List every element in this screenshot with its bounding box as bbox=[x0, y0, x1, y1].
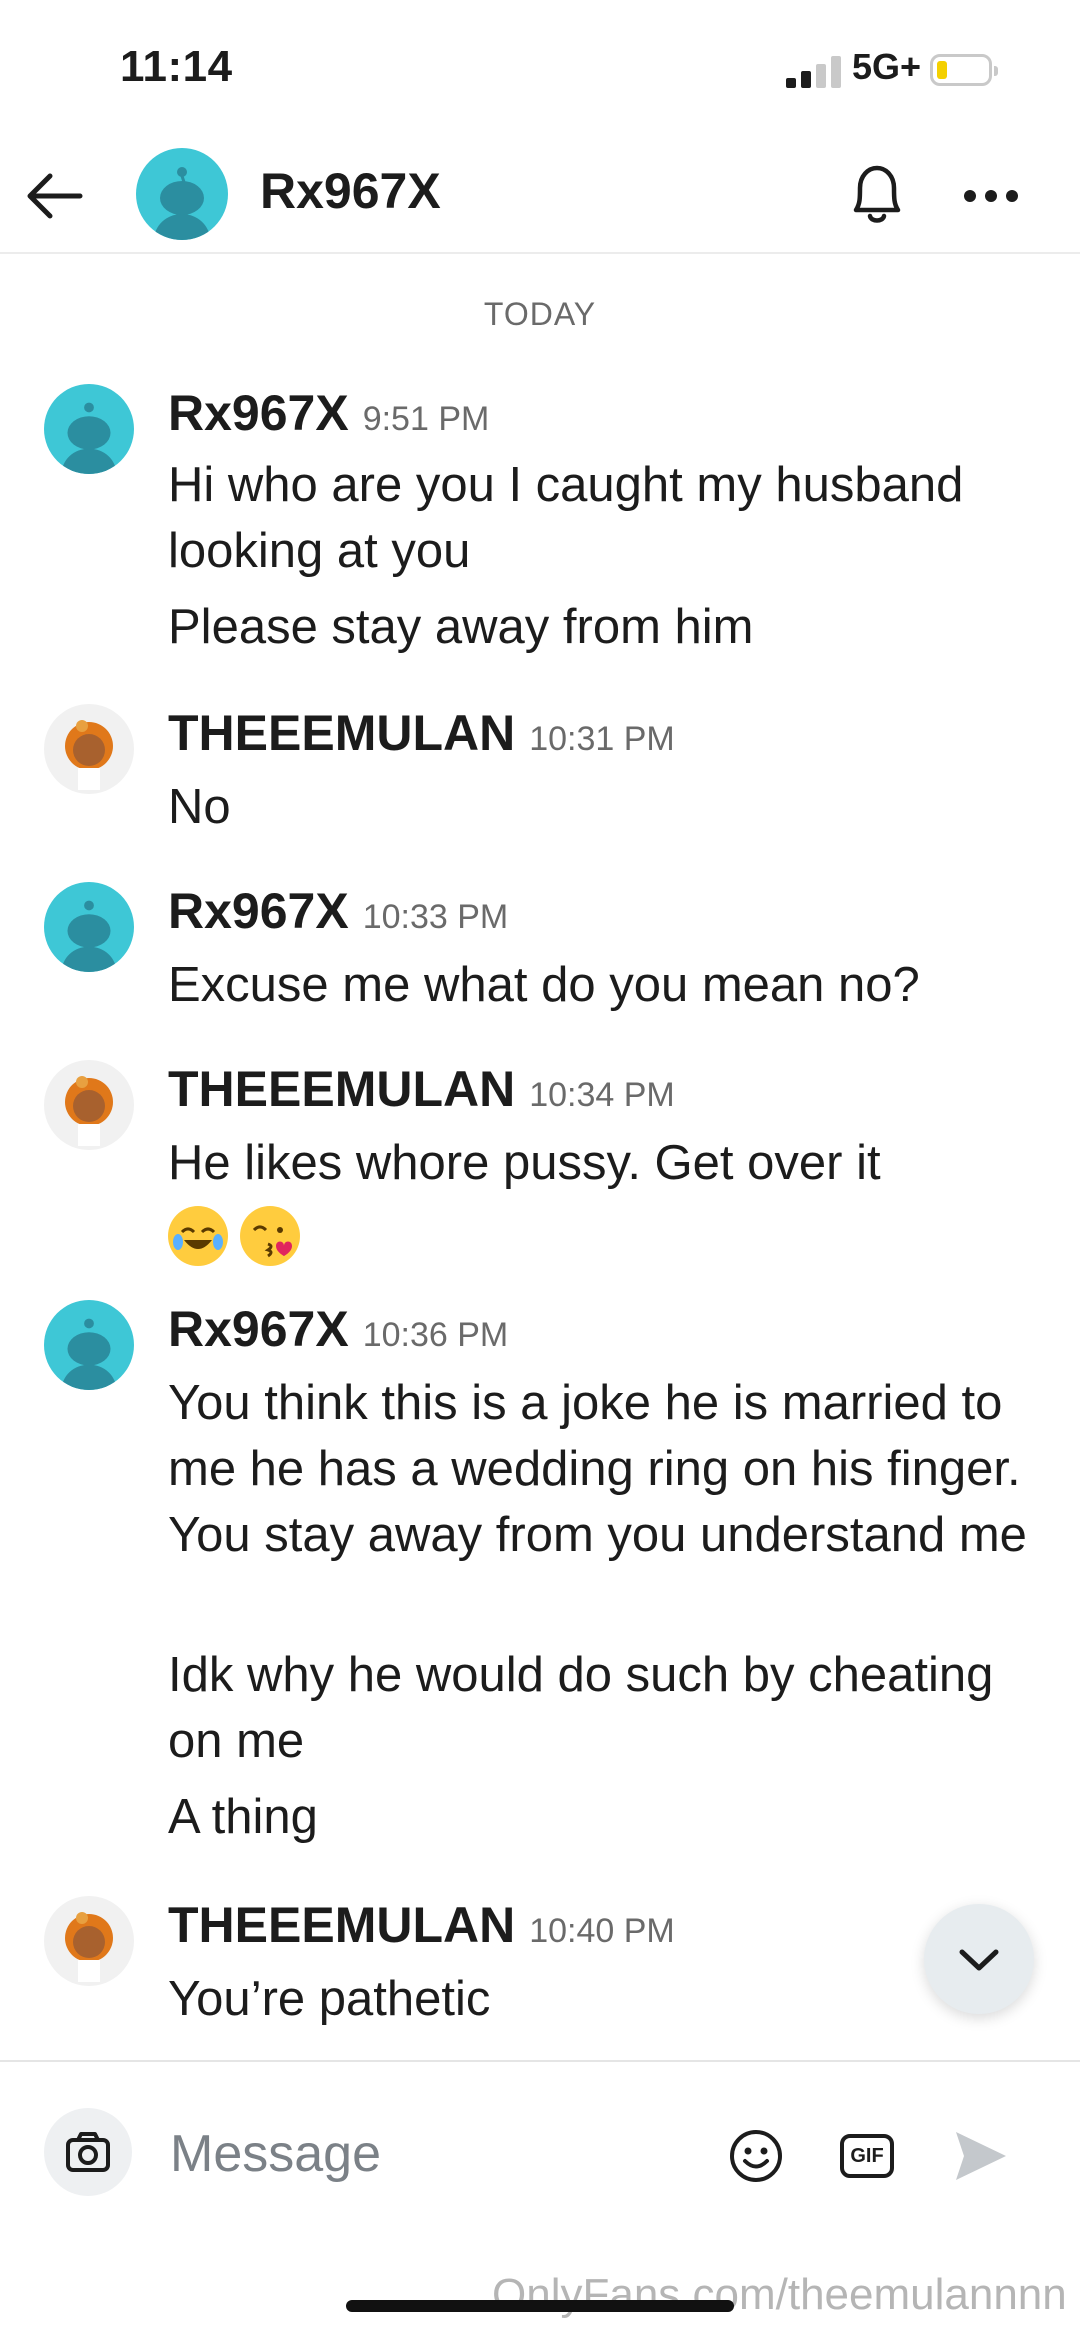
kiss-emoji-icon bbox=[240, 1206, 300, 1267]
home-indicator[interactable] bbox=[346, 2300, 734, 2312]
message-input[interactable]: Message bbox=[170, 2124, 381, 2184]
camera-icon bbox=[66, 2132, 110, 2172]
sender-avatar[interactable] bbox=[44, 882, 134, 972]
sender-name[interactable]: THEEEMULAN bbox=[168, 1897, 515, 1953]
sender-name[interactable]: Rx967X bbox=[168, 883, 349, 939]
cartoon-avatar-icon bbox=[65, 1076, 113, 1146]
signal-icon bbox=[786, 56, 844, 88]
network-label: 5G+ bbox=[852, 46, 922, 87]
more-options-icon[interactable] bbox=[956, 164, 1026, 228]
status-bar: 11:14 5G+ bbox=[0, 0, 1080, 140]
message-text: You think this is a joke he is married t… bbox=[168, 1376, 1027, 1562]
header-title[interactable]: Rx967X bbox=[260, 162, 441, 220]
header-avatar[interactable] bbox=[136, 148, 228, 240]
message-time: 10:36 PM bbox=[362, 1316, 509, 1354]
message-time: 10:31 PM bbox=[529, 720, 675, 758]
chat-header: Rx967X bbox=[0, 140, 1080, 254]
message-time: 10:33 PM bbox=[362, 898, 509, 936]
message-text: A thing bbox=[168, 1790, 318, 1844]
emoji-picker-icon[interactable] bbox=[728, 2128, 784, 2184]
message-time: 10:34 PM bbox=[529, 1076, 675, 1114]
day-separator: TODAY bbox=[483, 296, 597, 332]
battery-icon bbox=[930, 54, 998, 86]
scroll-down-button[interactable] bbox=[924, 1904, 1034, 2014]
send-icon[interactable] bbox=[950, 2126, 1010, 2186]
message-text: You’re pathetic bbox=[168, 1972, 491, 2026]
sender-name[interactable]: Rx967X bbox=[168, 1301, 349, 1357]
watermark: OnlyFans.com/theemulannnn bbox=[492, 2270, 1067, 2319]
snoo-icon bbox=[154, 167, 210, 240]
message-text: He likes whore pussy. Get over it bbox=[168, 1136, 881, 1190]
snoo-icon bbox=[61, 900, 117, 972]
gif-button[interactable]: GIF bbox=[840, 2134, 894, 2178]
message-text: Please stay away from him bbox=[168, 600, 754, 654]
snoo-icon bbox=[61, 402, 117, 474]
laughing-emoji-icon bbox=[168, 1206, 228, 1267]
snoo-icon bbox=[61, 1318, 117, 1390]
cartoon-avatar-icon bbox=[65, 1912, 113, 1982]
sender-name[interactable]: Rx967X bbox=[168, 385, 349, 441]
status-time: 11:14 bbox=[120, 42, 233, 91]
message-time: 9:51 PM bbox=[362, 400, 490, 438]
cartoon-avatar-icon bbox=[65, 720, 113, 790]
sender-avatar[interactable] bbox=[44, 384, 134, 474]
message-text: Excuse me what do you mean no? bbox=[168, 958, 920, 1012]
message-text: Hi who are you I caught my husband looki… bbox=[168, 458, 964, 578]
back-arrow-icon[interactable] bbox=[22, 164, 86, 228]
chevron-down-icon bbox=[959, 1949, 999, 1971]
sender-avatar[interactable] bbox=[44, 704, 134, 794]
sender-name[interactable]: THEEEMULAN bbox=[168, 1061, 515, 1117]
sender-avatar[interactable] bbox=[44, 1896, 134, 1986]
emoji-row bbox=[168, 1200, 1048, 1267]
message-time: 10:40 PM bbox=[529, 1912, 675, 1950]
camera-button[interactable] bbox=[44, 2108, 132, 2196]
message-text: Idk why he would do such by cheating on … bbox=[168, 1648, 994, 1768]
bell-icon[interactable] bbox=[842, 156, 912, 232]
message-text: No bbox=[168, 780, 231, 834]
sender-name[interactable]: THEEEMULAN bbox=[168, 705, 515, 761]
sender-avatar[interactable] bbox=[44, 1300, 134, 1390]
sender-avatar[interactable] bbox=[44, 1060, 134, 1150]
